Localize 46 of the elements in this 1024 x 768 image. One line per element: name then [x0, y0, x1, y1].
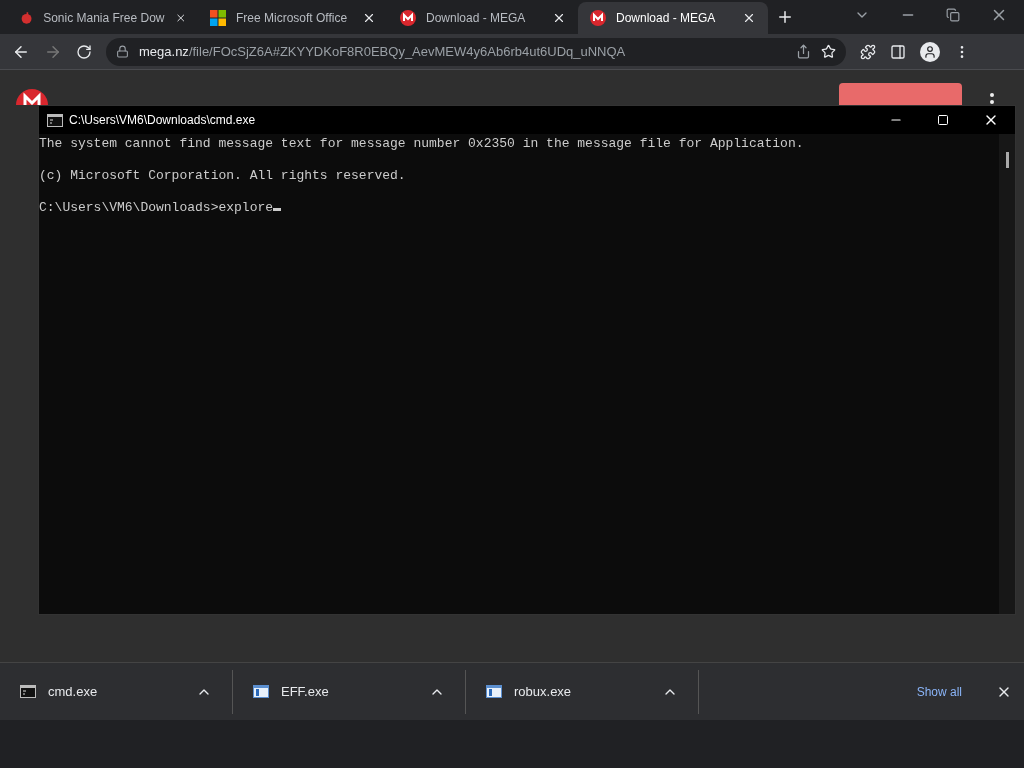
profile-icon[interactable]: [920, 41, 940, 62]
browser-tab[interactable]: Download - MEGA: [388, 2, 578, 34]
mega-logo-icon: [400, 10, 416, 26]
browser-tab[interactable]: Sonic Mania Free Dow: [8, 2, 198, 34]
extensions-icon[interactable]: [860, 43, 876, 60]
window-title: C:\Users\VM6\Downloads\cmd.exe: [69, 112, 257, 129]
file-name: robux.exe: [514, 682, 573, 701]
maximize-icon[interactable]: [937, 114, 949, 126]
close-icon[interactable]: [362, 11, 376, 25]
scrollbar[interactable]: [999, 134, 1015, 614]
window-icon: [486, 685, 502, 698]
browser-tab[interactable]: Download - MEGA: [578, 2, 768, 34]
show-all-link[interactable]: Show all: [916, 682, 962, 701]
bookmark-star-icon[interactable]: [821, 44, 836, 59]
address-bar[interactable]: mega.nz/file/FOcSjZ6A#ZKYYDKoF8R0EBQy_AevMEW4y6Ab6rb4ut6UDq_uNNQA: [106, 37, 846, 66]
console-line: C:\Users\VM6\Downloads>explore: [39, 200, 282, 216]
close-icon[interactable]: [174, 11, 186, 25]
share-icon[interactable]: [796, 44, 811, 59]
new-tab-icon[interactable]: [776, 8, 794, 26]
mega-logo-icon: [590, 10, 606, 26]
url-text: mega.nz/file/FOcSjZ6A#ZKYYDKoF8R0EBQy_AevMEW4y6Ab6rb4ut6UDq_uNNQA: [139, 42, 627, 61]
tab-title: Download - MEGA: [616, 10, 717, 27]
more-icon[interactable]: [990, 93, 994, 105]
logo-icon: [16, 88, 48, 105]
windows-icon: [210, 10, 226, 26]
console-icon: [47, 113, 63, 127]
restore-icon[interactable]: [946, 8, 960, 22]
tab-title: Free Microsoft Office: [236, 10, 349, 27]
tab-title: Sonic Mania Free Dow: [43, 10, 165, 27]
browser-tab[interactable]: Free Microsoft Office: [198, 2, 388, 34]
close-icon[interactable]: [552, 11, 566, 25]
tab-title: Download - MEGA: [426, 10, 527, 27]
apple-icon: [20, 10, 34, 26]
close-icon[interactable]: [742, 11, 756, 25]
console-icon: [20, 685, 36, 698]
side-panel-icon[interactable]: [890, 43, 906, 60]
reload-icon[interactable]: [76, 43, 92, 60]
file-name: EFF.exe: [281, 682, 330, 701]
download-item[interactable]: cmd.exe: [0, 669, 233, 714]
download-item[interactable]: EFF.exe: [233, 669, 466, 714]
lock-icon: [116, 45, 129, 58]
file-name: cmd.exe: [48, 682, 99, 701]
window-icon: [253, 685, 269, 698]
download-item[interactable]: robux.exe: [466, 669, 699, 714]
console-line: The system cannot find message text for message number 0x2350 in the message file for Application.: [39, 136, 804, 152]
console-line: (c) Microsoft Corporation. All rights reserved.: [39, 168, 406, 184]
